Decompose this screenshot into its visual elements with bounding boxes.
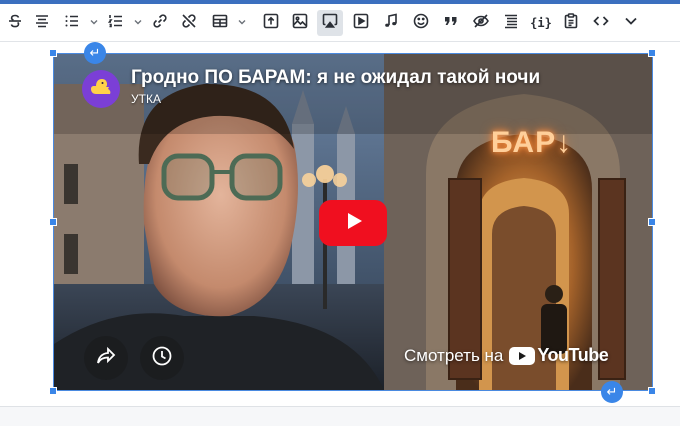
upload-button[interactable] bbox=[258, 10, 284, 36]
editor-toolbar: {i} bbox=[0, 0, 680, 42]
quote-icon bbox=[442, 12, 460, 35]
clock-icon bbox=[151, 345, 173, 372]
insert-video-button[interactable] bbox=[348, 10, 374, 36]
play-button[interactable] bbox=[319, 200, 387, 246]
neon-sign-text: БАР↓ bbox=[491, 126, 573, 159]
youtube-logo: YouTube bbox=[509, 345, 609, 366]
chevron-down-icon bbox=[133, 14, 143, 32]
share-button[interactable] bbox=[84, 336, 128, 380]
play-box-icon bbox=[352, 12, 370, 35]
watch-on-label: Смотреть на bbox=[404, 345, 504, 365]
bulleted-list-button[interactable] bbox=[59, 10, 85, 36]
resize-handle-bottom-left[interactable] bbox=[49, 387, 57, 395]
bulleted-list-icon bbox=[63, 12, 81, 35]
smiley-icon bbox=[412, 12, 430, 35]
return-arrow-icon: ↵ bbox=[606, 384, 618, 399]
play-icon bbox=[341, 209, 365, 238]
blockquote-button[interactable] bbox=[438, 10, 464, 36]
toc-icon bbox=[502, 12, 520, 35]
resize-handle-middle-left[interactable] bbox=[49, 218, 57, 226]
numbered-list-dropdown[interactable] bbox=[132, 10, 144, 36]
resize-handle-bottom-right[interactable] bbox=[648, 387, 656, 395]
clipboard-icon bbox=[562, 12, 580, 35]
bulleted-list-dropdown[interactable] bbox=[88, 10, 100, 36]
align-center-icon bbox=[33, 12, 51, 35]
emoji-button[interactable] bbox=[408, 10, 434, 36]
eye-off-icon bbox=[472, 12, 490, 35]
insert-paragraph-after-button[interactable]: ↵ bbox=[601, 381, 623, 403]
insert-paragraph-before-button[interactable]: ↵ bbox=[84, 42, 106, 64]
channel-name[interactable]: УТКА bbox=[131, 92, 161, 106]
media-embed-button[interactable] bbox=[317, 10, 343, 36]
code-icon bbox=[592, 12, 610, 35]
link-icon bbox=[151, 12, 169, 35]
hide-content-button[interactable] bbox=[468, 10, 494, 36]
resize-handle-top-right[interactable] bbox=[648, 49, 656, 57]
chevron-down-icon bbox=[622, 12, 640, 35]
more-tools-button[interactable] bbox=[618, 10, 644, 36]
return-arrow-icon: ↵ bbox=[89, 45, 101, 60]
braces-icon: {i} bbox=[530, 16, 552, 30]
media-embed-widget[interactable]: БАР↓ Гродно ПО БАРАМ: я не ожидал такой … bbox=[53, 53, 653, 391]
youtube-play-icon bbox=[509, 346, 536, 365]
youtube-video-preview[interactable]: БАР↓ Гродно ПО БАРАМ: я не ожидал такой … bbox=[54, 54, 652, 390]
editor-status-bar bbox=[0, 406, 680, 426]
unlink-button[interactable] bbox=[176, 10, 202, 36]
share-icon bbox=[95, 345, 117, 372]
upload-icon bbox=[262, 12, 280, 35]
chevron-down-icon bbox=[237, 14, 247, 32]
strikethrough-button[interactable] bbox=[2, 10, 28, 36]
unlink-icon bbox=[180, 12, 198, 35]
video-action-controls bbox=[84, 336, 188, 380]
video-title[interactable]: Гродно ПО БАРАМ: я не ожидал такой ночи bbox=[131, 67, 540, 89]
align-center-button[interactable] bbox=[29, 10, 55, 36]
resize-handle-top-left[interactable] bbox=[49, 49, 57, 57]
numbered-list-icon bbox=[107, 12, 125, 35]
insert-table-button[interactable] bbox=[207, 10, 233, 36]
watch-later-button[interactable] bbox=[140, 336, 184, 380]
resize-handle-middle-right[interactable] bbox=[648, 218, 656, 226]
duck-icon bbox=[88, 74, 114, 105]
numbered-list-button[interactable] bbox=[103, 10, 129, 36]
strikethrough-icon bbox=[6, 12, 24, 35]
insert-image-button[interactable] bbox=[287, 10, 313, 36]
table-of-contents-button[interactable] bbox=[498, 10, 524, 36]
chevron-down-icon bbox=[89, 14, 99, 32]
table-dropdown[interactable] bbox=[236, 10, 248, 36]
airplay-icon bbox=[321, 12, 339, 35]
insert-audio-button[interactable] bbox=[378, 10, 404, 36]
image-icon bbox=[291, 12, 309, 35]
channel-avatar[interactable] bbox=[82, 70, 120, 108]
link-button[interactable] bbox=[147, 10, 173, 36]
watch-on-youtube-link[interactable]: Смотреть на YouTube bbox=[404, 345, 609, 366]
music-note-icon bbox=[382, 12, 400, 35]
table-icon bbox=[211, 12, 229, 35]
paste-button[interactable] bbox=[558, 10, 584, 36]
source-code-button[interactable] bbox=[588, 10, 614, 36]
youtube-wordmark: YouTube bbox=[537, 345, 609, 365]
variables-button[interactable]: {i} bbox=[528, 10, 554, 36]
